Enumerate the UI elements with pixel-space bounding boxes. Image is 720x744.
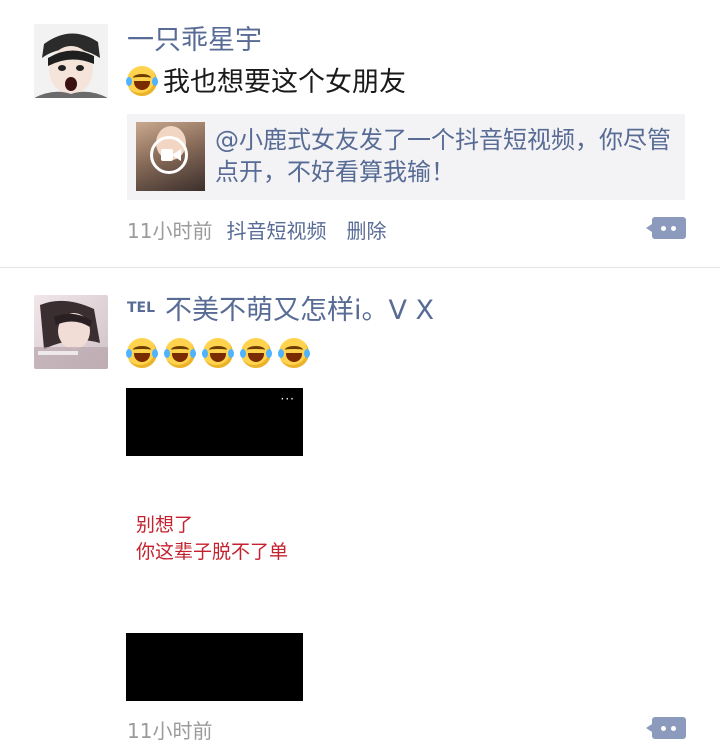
author-name[interactable]: 不美不萌又怎样i。V X xyxy=(165,294,434,328)
laughing-tears-emoji-icon xyxy=(126,338,158,368)
more-dots: ··· xyxy=(280,392,295,406)
image-bottom-band xyxy=(126,633,303,701)
name-badge: TEL xyxy=(127,300,156,316)
image-caption-line: 别想了 xyxy=(136,514,194,536)
laughing-tears-emoji-icon xyxy=(164,338,196,368)
post-time: 11小时前 xyxy=(127,719,213,743)
moment-post-2: TEL 不美不萌又怎样i。V X ··· 别想了 你这辈子脱不了单 11小时前 xyxy=(0,0,720,744)
avatar-image xyxy=(34,295,108,369)
post-image[interactable]: ··· 别想了 你这辈子脱不了单 xyxy=(126,388,303,701)
image-caption-line: 你这辈子脱不了单 xyxy=(136,541,289,563)
laughing-tears-emoji-icon xyxy=(202,338,234,368)
post-meta: 11小时前 xyxy=(127,715,212,744)
laughing-tears-emoji-icon xyxy=(240,338,272,368)
image-top-band: ··· xyxy=(126,388,303,456)
comment-more-icon[interactable] xyxy=(646,717,686,739)
avatar[interactable] xyxy=(34,295,108,369)
laughing-tears-emoji-icon xyxy=(278,338,310,368)
emoji-row xyxy=(126,338,315,372)
image-caption: 别想了 你这辈子脱不了单 xyxy=(136,512,288,566)
